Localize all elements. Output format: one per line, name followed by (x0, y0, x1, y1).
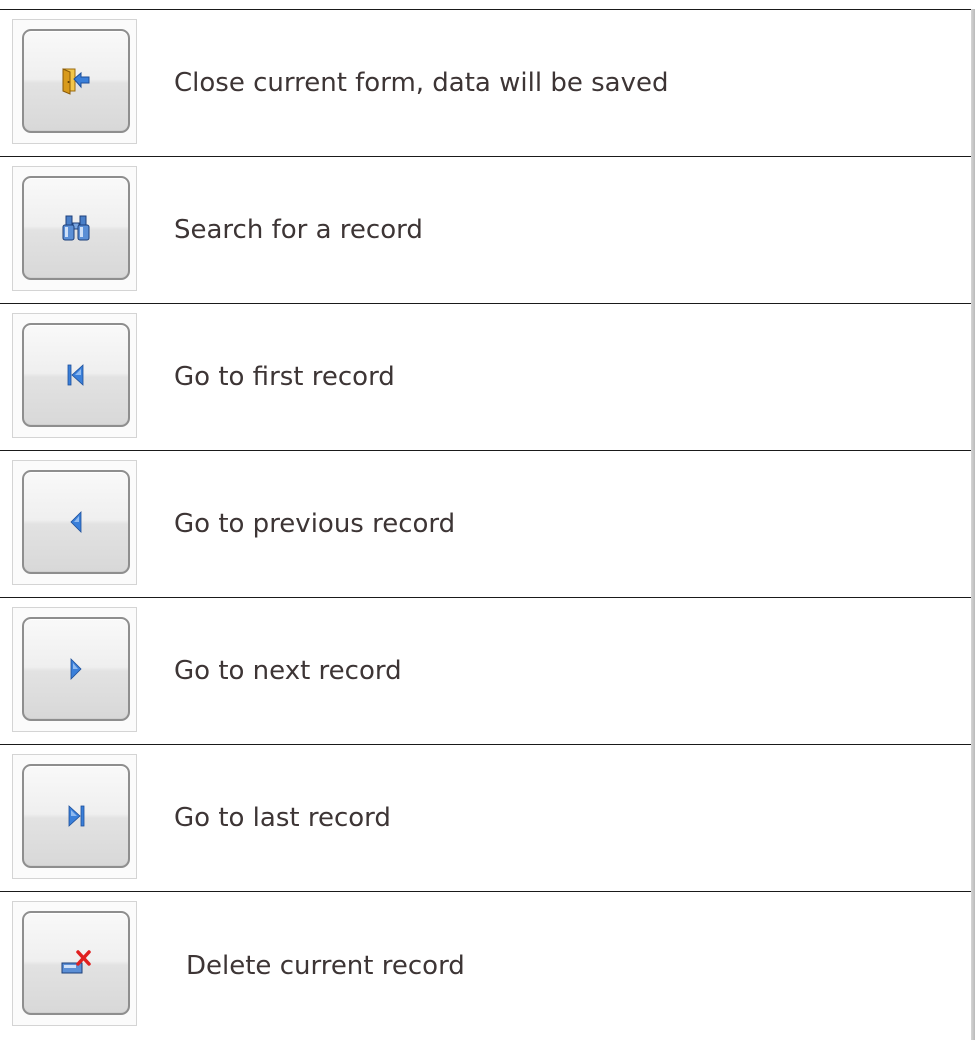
first-record-button[interactable] (22, 323, 130, 427)
button-legend-table: Close current form, data will be saved S… (0, 9, 972, 1039)
button-frame (12, 754, 137, 879)
button-frame (12, 607, 137, 732)
delete-record-button[interactable] (22, 911, 130, 1015)
next-record-button[interactable] (22, 617, 130, 721)
table-right-border (971, 9, 975, 1040)
legend-row-delete: Delete current record (0, 892, 972, 1039)
search-button[interactable] (22, 176, 130, 280)
previous-record-icon (70, 511, 82, 533)
legend-row-search: Search for a record (0, 157, 972, 304)
delete-record-icon (61, 950, 91, 974)
legend-row-previous: Go to previous record (0, 451, 972, 598)
last-record-button[interactable] (22, 764, 130, 868)
binoculars-icon (62, 215, 90, 241)
button-frame (12, 460, 137, 585)
legend-row-first: Go to first record (0, 304, 972, 451)
legend-row-next: Go to next record (0, 598, 972, 745)
button-frame (12, 166, 137, 291)
legend-row-close: Close current form, data will be saved (0, 10, 972, 157)
legend-label: Go to last record (174, 803, 391, 833)
previous-record-button[interactable] (22, 470, 130, 574)
legend-label: Search for a record (174, 215, 423, 245)
exit-door-icon (62, 68, 90, 95)
legend-label: Go to first record (174, 362, 395, 392)
button-frame (12, 19, 137, 144)
next-record-icon (70, 658, 82, 680)
button-frame (12, 313, 137, 438)
legend-row-last: Go to last record (0, 745, 972, 892)
legend-label: Go to previous record (174, 509, 456, 539)
button-frame (12, 901, 137, 1026)
legend-label: Delete current record (186, 950, 465, 981)
first-record-icon (67, 364, 84, 386)
legend-label: Close current form, data will be saved (174, 68, 669, 98)
close-form-button[interactable] (22, 29, 130, 133)
last-record-icon (68, 805, 85, 827)
legend-label: Go to next record (174, 656, 402, 686)
